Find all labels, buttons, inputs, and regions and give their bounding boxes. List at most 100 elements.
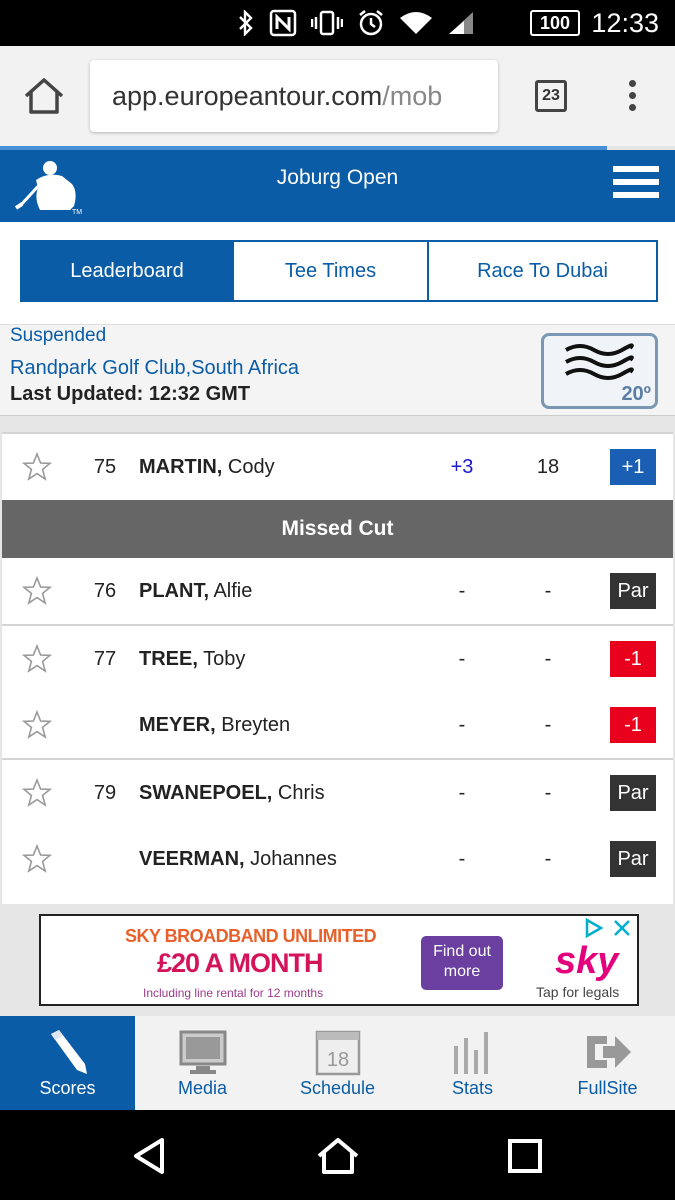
nav-label: FullSite	[577, 1078, 638, 1098]
home-nav-icon[interactable]	[316, 1136, 360, 1176]
url-host: app.europeantour.com	[112, 81, 383, 111]
nav-label: Scores	[39, 1078, 96, 1098]
leaderboard-row[interactable]: MEYER, Breyten - - -1	[2, 692, 673, 758]
today-score-badge: +1	[610, 449, 656, 485]
calendar-day: 18	[327, 1049, 349, 1071]
browser-toolbar: app.europeantour.com/mob 23	[0, 46, 675, 146]
tab-leaderboard[interactable]: Leaderboard	[22, 242, 234, 300]
tab-switcher-button[interactable]: 23	[535, 80, 567, 112]
weather-widget[interactable]: 20º	[541, 333, 658, 409]
star-favorite-icon[interactable]	[22, 710, 52, 740]
star-favorite-icon[interactable]	[22, 452, 52, 482]
temperature: 20º	[621, 383, 651, 405]
leaderboard-row[interactable]: 75 MARTIN, Cody +3 18 +1	[2, 434, 673, 500]
ad-banner[interactable]: SKY BROADBAND UNLIMITED £20 A MONTH Incl…	[39, 914, 639, 1006]
nav-schedule[interactable]: 18 Schedule	[270, 1016, 405, 1110]
tab-tee-times[interactable]: Tee Times	[234, 242, 429, 300]
player-name[interactable]: SWANEPOEL, Chris	[139, 760, 325, 826]
nav-label: Media	[177, 1078, 228, 1098]
player-name[interactable]: VEERMAN, Johannes	[139, 826, 337, 892]
player-last-name: VEERMAN,	[139, 848, 245, 870]
star-favorite-icon[interactable]	[22, 576, 52, 606]
bar-stats-icon	[454, 1032, 488, 1074]
star-favorite-icon[interactable]	[22, 844, 52, 874]
star-favorite-icon[interactable]	[22, 778, 52, 808]
position: 75	[93, 456, 117, 478]
clock: 12:33	[591, 8, 659, 38]
status-bar: 100 12:33	[0, 0, 675, 46]
leaderboard-row[interactable]: VEERMAN, Johannes - - Par	[2, 826, 673, 904]
player-last-name: SWANEPOEL,	[139, 782, 273, 804]
site-header: TM Joburg Open	[0, 150, 675, 222]
recents-icon[interactable]	[507, 1138, 543, 1174]
ad-brand-logo: sky	[555, 940, 619, 982]
player-first-name: Alfie	[213, 580, 253, 602]
player-name[interactable]: MARTIN, Cody	[139, 434, 275, 500]
holes-thru: -	[544, 714, 552, 736]
star-favorite-icon[interactable]	[22, 644, 52, 674]
signal-icon	[449, 12, 473, 34]
player-name[interactable]: PLANT, Alfie	[139, 558, 252, 624]
url-bar[interactable]: app.europeantour.com/mob	[90, 60, 498, 132]
wifi-icon	[400, 12, 432, 34]
bottom-nav: Scores Media 18 Schedule Stats FullSite	[0, 1016, 675, 1110]
position: 76	[93, 580, 117, 602]
ad-small-print: Including line rental for 12 months	[143, 986, 324, 1000]
monitor-icon	[179, 1030, 227, 1074]
tab-group: Leaderboard Tee Times Race To Dubai	[20, 240, 658, 302]
ad-headline: SKY BROADBAND UNLIMITED	[125, 926, 377, 946]
ad-choices-icon[interactable]	[583, 918, 633, 938]
pencil-icon	[51, 1030, 87, 1074]
tab-race-to-dubai[interactable]: Race To Dubai	[429, 242, 656, 300]
holes-thru: 18	[536, 456, 560, 478]
player-last-name: PLANT,	[139, 580, 209, 602]
tournament-title: Joburg Open	[276, 166, 399, 189]
holes-thru: -	[544, 782, 552, 804]
exit-arrow-icon	[587, 1036, 631, 1068]
score-to-par: -	[458, 714, 466, 736]
overflow-menu-icon[interactable]	[620, 80, 644, 116]
nav-label: Schedule	[299, 1078, 376, 1098]
today-score-badge: Par	[610, 841, 656, 877]
back-icon[interactable]	[130, 1136, 170, 1176]
ad-find-out-more-button[interactable]: Find out more	[421, 936, 503, 990]
home-icon[interactable]	[22, 76, 66, 116]
hamburger-menu-icon[interactable]	[613, 166, 659, 202]
nav-fullsite[interactable]: FullSite	[540, 1016, 675, 1110]
vibrate-icon	[311, 10, 343, 36]
course-name: Randpark Golf Club,South Africa	[10, 357, 300, 379]
system-nav-bar	[0, 1110, 675, 1200]
player-last-name: TREE,	[139, 648, 198, 670]
leaderboard-row[interactable]: 79 SWANEPOEL, Chris - - Par	[2, 760, 673, 826]
holes-thru: -	[544, 848, 552, 870]
nav-scores[interactable]: Scores	[0, 1016, 135, 1110]
position: 79	[93, 782, 117, 804]
player-first-name: Breyten	[221, 714, 291, 736]
score-to-par: -	[458, 580, 466, 602]
holes-thru: -	[544, 648, 552, 670]
today-score-badge: -1	[610, 707, 656, 743]
battery-indicator: 100	[530, 10, 580, 36]
score-to-par: -	[458, 782, 466, 804]
url-path: /mob	[382, 81, 443, 111]
leaderboard-row[interactable]: 77 TREE, Toby - - -1	[2, 626, 673, 692]
today-score-badge: -1	[610, 641, 656, 677]
leaderboard-tabs: Leaderboard Tee Times Race To Dubai	[0, 222, 675, 324]
holes-thru: -	[544, 580, 552, 602]
ad-legal-link[interactable]: Tap for legals	[536, 984, 619, 1000]
position: 77	[93, 648, 117, 670]
score-to-par: -	[458, 648, 466, 670]
player-name[interactable]: TREE, Toby	[139, 626, 245, 692]
nav-stats[interactable]: Stats	[405, 1016, 540, 1110]
player-name[interactable]: MEYER, Breyten	[139, 692, 290, 758]
nav-media[interactable]: Media	[135, 1016, 270, 1110]
player-last-name: MEYER,	[139, 714, 216, 736]
today-score-badge: Par	[610, 573, 656, 609]
nfc-icon	[269, 9, 297, 37]
player-first-name: Toby	[203, 648, 246, 670]
score-to-par: -	[458, 848, 466, 870]
missed-cut-header: Missed Cut	[2, 500, 673, 558]
leaderboard-row[interactable]: 76 PLANT, Alfie - - Par	[2, 558, 673, 624]
svg-text:TM: TM	[72, 209, 82, 216]
round-status: Suspended	[10, 325, 107, 346]
